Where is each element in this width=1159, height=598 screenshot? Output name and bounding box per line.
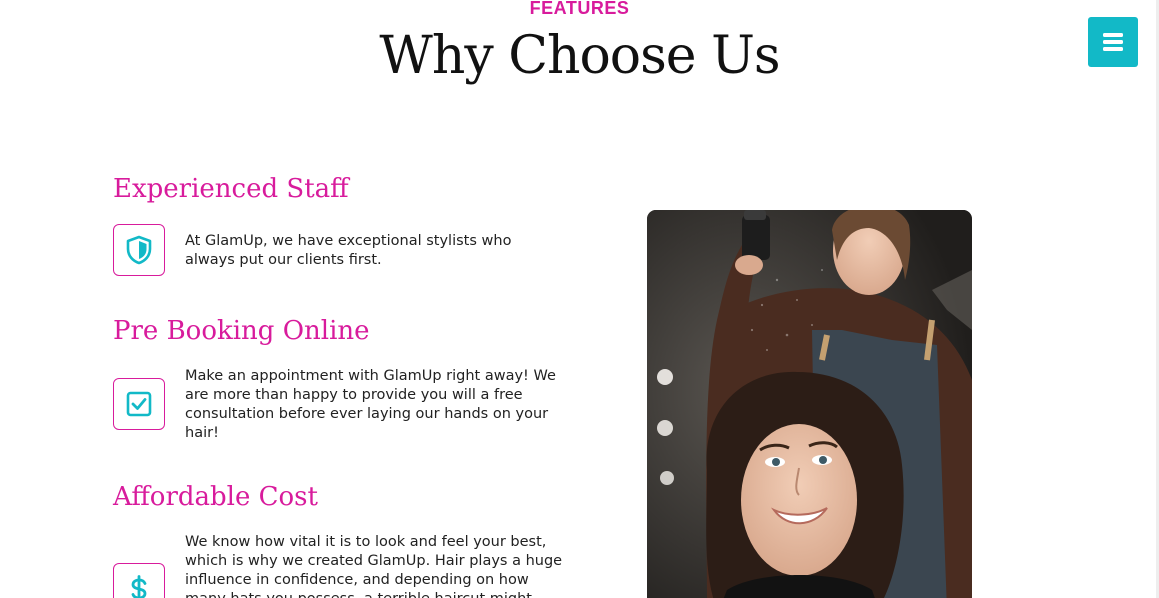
checkbox-icon	[126, 391, 152, 417]
section-title: Why Choose Us	[379, 26, 780, 86]
feature-icon-box	[113, 563, 165, 598]
menu-button[interactable]	[1088, 17, 1138, 67]
dollar-icon	[131, 575, 147, 598]
feature-title-affordable-cost: Affordable Cost	[113, 482, 318, 512]
section-eyebrow: FEATURES	[529, 0, 630, 18]
feature-title-pre-booking: Pre Booking Online	[113, 316, 370, 346]
stylist-photo	[647, 210, 972, 598]
feature-title-experienced-staff: Experienced Staff	[113, 174, 349, 204]
feature-icon-box	[113, 224, 165, 276]
feature-text-pre-booking: Make an appointment with GlamUp right aw…	[185, 368, 556, 441]
stylist-spraying-client-hair-photo	[647, 210, 972, 598]
feature-text-affordable-cost: We know how vital it is to look and feel…	[185, 534, 563, 598]
shield-icon	[126, 235, 152, 265]
hamburger-menu-icon	[1103, 33, 1123, 51]
features-section: FEATURES Why Choose Us Experienced Staff…	[0, 0, 1159, 598]
feature-icon-box	[113, 378, 165, 430]
feature-text-experienced-staff: At GlamUp, we have exceptional stylists …	[185, 233, 512, 268]
